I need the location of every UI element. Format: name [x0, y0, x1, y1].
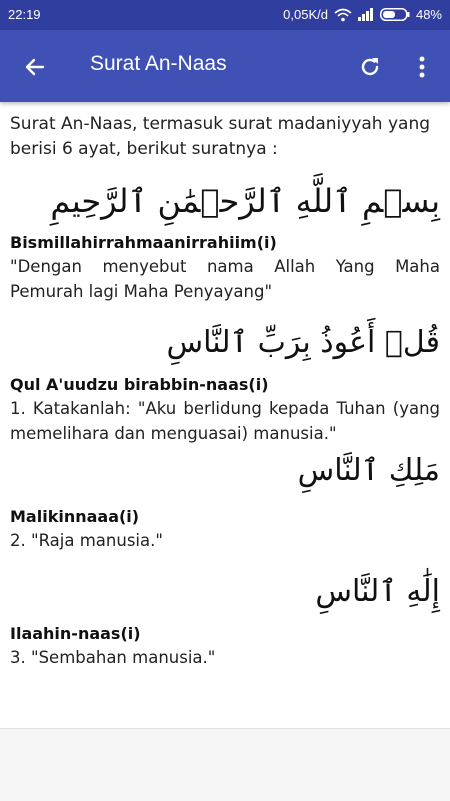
- bottom-bar: [0, 728, 450, 801]
- intro-text: Surat An-Naas, termasuk surat madaniyyah…: [10, 114, 431, 159]
- verse-translation: 3. "Sembahan manusia.": [10, 648, 216, 667]
- verse-latin: Malikinnaaa(i): [10, 507, 140, 526]
- verse-arabic: إِلَٰهِ ٱلنَّاسِ: [315, 574, 440, 609]
- battery-percent: 48%: [415, 7, 442, 22]
- verse-translation: "Dengan menyebut nama Allah Yang Maha Pe…: [10, 257, 440, 301]
- verse-latin: Ilaahin-naas(i): [10, 624, 141, 643]
- back-arrow-icon[interactable]: [20, 52, 50, 82]
- verse-latin: Qul A'uudzu birabbin-naas(i): [10, 375, 269, 394]
- verse-translation: 2. "Raja manusia.": [10, 531, 163, 550]
- status-right: 0,05K/d 48%: [283, 7, 442, 22]
- app-toolbar: Surat An-Naas: [0, 30, 450, 102]
- refresh-icon[interactable]: [355, 52, 385, 82]
- battery-icon: [379, 8, 410, 21]
- status-time: 22:19: [8, 7, 41, 22]
- verse-arabic: قُلۡ أَعُوذُ بِرَبِّ ٱلنَّاسِ: [166, 325, 440, 360]
- status-bar: 22:19 0,05K/d 48%: [0, 0, 450, 30]
- verse-arabic: بِسۡمِ ٱللَّهِ ٱلرَّحۡمَٰنِ ٱلرَّحِيمِ: [50, 182, 440, 220]
- verse-arabic: مَلِكِ ٱلنَّاسِ: [297, 453, 440, 488]
- signal-icon: [357, 8, 374, 21]
- verse-latin: Bismillahirrahmaanirrahiim(i): [10, 233, 277, 252]
- surah-content[interactable]: Surat An-Naas, termasuk surat madaniyyah…: [0, 102, 450, 728]
- network-speed: 0,05K/d: [283, 7, 328, 22]
- wifi-icon: [334, 8, 352, 22]
- verse-translation: 1. Katakanlah: "Aku berlidung kepada Tuh…: [10, 399, 440, 443]
- page-title: Surat An-Naas: [90, 52, 227, 75]
- more-vert-icon[interactable]: [410, 52, 434, 82]
